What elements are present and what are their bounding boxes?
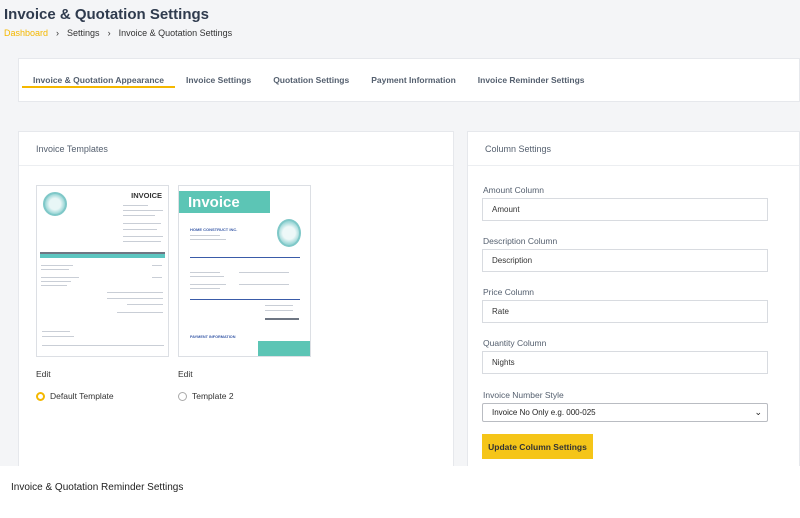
thumbnail-title: INVOICE [131,191,162,200]
template-default: INVOICE Edit Default Template [36,185,169,401]
tab-appearance[interactable]: Invoice & Quotation Appearance [22,59,175,101]
template-2-thumbnail[interactable]: Invoice HOME CONSTRUCT INC. PAYMENT INFO… [178,185,311,357]
quantity-column-label: Quantity Column [483,338,547,348]
reminder-settings-section: Invoice & Quotation Reminder Settings [0,466,800,518]
settings-tabs-card: Invoice & Quotation Appearance Invoice S… [18,58,800,102]
template-radio-2[interactable]: Template 2 [178,391,311,401]
edit-template-link[interactable]: Edit [36,369,169,379]
amount-column-input[interactable] [482,198,768,221]
chevron-right-icon: › [56,28,60,38]
template-radio-default[interactable]: Default Template [36,391,169,401]
invoice-templates-title: Invoice Templates [19,132,453,166]
column-settings-title: Column Settings [468,132,799,166]
amount-column-label: Amount Column [483,185,544,195]
template-2: Invoice HOME CONSTRUCT INC. PAYMENT INFO… [178,185,311,401]
invoice-number-style-select[interactable]: Invoice No Only e.g. 000-025 ⌄ [482,403,768,422]
page-title: Invoice & Quotation Settings [4,6,210,23]
thumbnail-company: HOME CONSTRUCT INC. [190,227,238,232]
radio-unchecked-icon[interactable] [178,391,187,401]
breadcrumb-current: Invoice & Quotation Settings [118,28,233,38]
breadcrumb-settings[interactable]: Settings [67,28,100,38]
tab-invoice-reminder-settings[interactable]: Invoice Reminder Settings [467,59,596,101]
thumbnail-payment-heading: PAYMENT INFORMATION [190,335,236,339]
update-column-settings-button[interactable]: Update Column Settings [482,434,593,459]
breadcrumb: Dashboard › Settings › Invoice & Quotati… [4,28,232,38]
invoice-templates-card: Invoice Templates INVOICE Edit Default T… [18,131,454,467]
price-column-label: Price Column [483,287,535,297]
chevron-right-icon: › [107,28,111,38]
reminder-settings-title: Invoice & Quotation Reminder Settings [11,482,184,493]
company-logo-icon [277,219,301,247]
quantity-column-input[interactable] [482,351,768,374]
template-name: Default Template [50,391,114,401]
thumbnail-title: Invoice [188,194,240,211]
chevron-down-icon: ⌄ [754,407,762,417]
edit-template-link[interactable]: Edit [178,369,311,379]
invoice-number-style-value: Invoice No Only e.g. 000-025 [492,408,596,417]
breadcrumb-dashboard[interactable]: Dashboard [4,28,48,38]
radio-checked-icon[interactable] [36,391,45,401]
column-settings-card: Column Settings Amount Column Descriptio… [467,131,800,467]
company-logo-icon [43,192,67,216]
description-column-label: Description Column [483,236,558,246]
settings-tabs: Invoice & Quotation Appearance Invoice S… [19,59,799,101]
tab-quotation-settings[interactable]: Quotation Settings [262,59,360,101]
tab-invoice-settings[interactable]: Invoice Settings [175,59,262,101]
price-column-input[interactable] [482,300,768,323]
template-name: Template 2 [192,391,234,401]
tab-payment-information[interactable]: Payment Information [360,59,467,101]
invoice-number-style-label: Invoice Number Style [483,390,564,400]
template-default-thumbnail[interactable]: INVOICE [36,185,169,357]
description-column-input[interactable] [482,249,768,272]
